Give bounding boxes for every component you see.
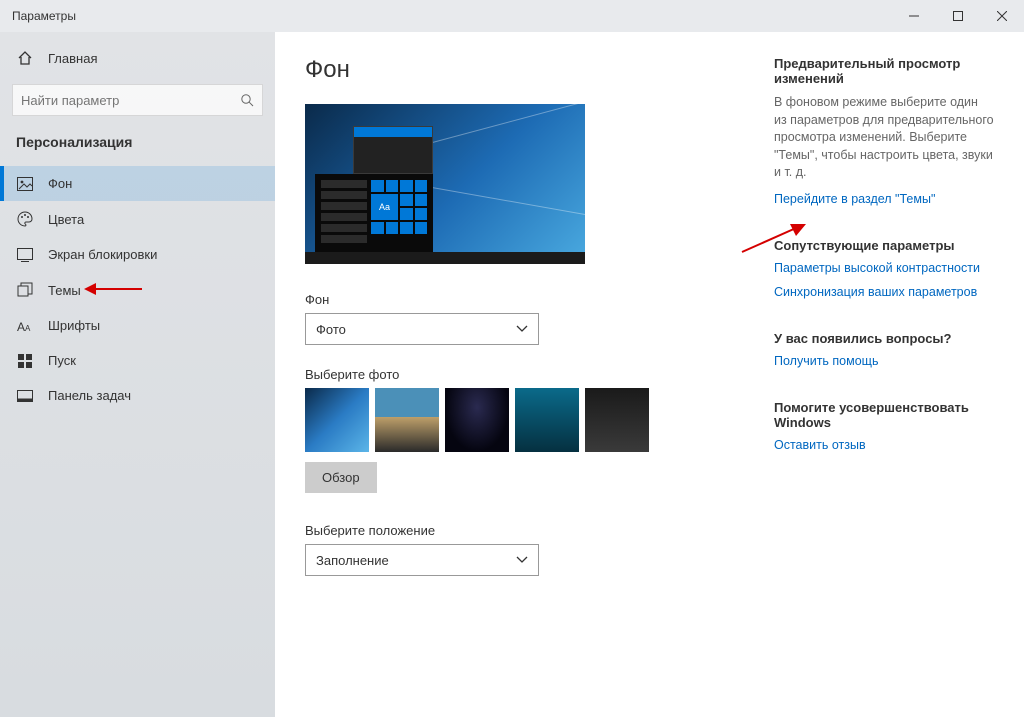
close-button[interactable] [980,0,1024,32]
minimize-button[interactable] [892,0,936,32]
sidebar-item-label: Шрифты [48,318,100,333]
sidebar-section-title: Персонализация [0,130,275,166]
svg-text:A: A [17,320,25,333]
sidebar-home[interactable]: Главная [0,42,275,74]
start-icon [16,354,34,368]
photo-thumbnail[interactable] [445,388,509,452]
high-contrast-link[interactable]: Параметры высокой контрастности [774,261,994,275]
search-box[interactable] [12,84,263,116]
sidebar-item-label: Экран блокировки [48,247,157,262]
fit-label: Выберите положение [305,523,734,538]
chevron-down-icon [516,556,528,564]
photo-thumbnail[interactable] [375,388,439,452]
search-icon [240,93,254,107]
get-help-link[interactable]: Получить помощь [774,354,994,368]
questions-heading: У вас появились вопросы? [774,331,994,346]
background-preview: Aa [305,104,585,264]
feedback-link[interactable]: Оставить отзыв [774,438,994,452]
preview-changes-heading: Предварительный просмотр изменений [774,56,994,86]
fonts-icon: AA [16,319,34,333]
background-label: Фон [305,292,734,307]
titlebar: Параметры [0,0,1024,32]
themes-link[interactable]: Перейдите в раздел "Темы" [774,192,994,206]
sidebar-item-colors[interactable]: Цвета [0,201,275,237]
sidebar-item-fonts[interactable]: AA Шрифты [0,308,275,343]
sidebar-item-label: Темы [48,283,81,298]
sidebar-home-label: Главная [48,51,97,66]
photo-thumbnails [305,388,734,452]
photo-thumbnail[interactable] [305,388,369,452]
choose-photo-label: Выберите фото [305,367,734,382]
browse-button[interactable]: Обзор [305,462,377,493]
sidebar-item-label: Фон [48,176,72,191]
photo-thumbnail[interactable] [585,388,649,452]
feedback-heading: Помогите усовершенствовать Windows [774,400,994,430]
sidebar: Главная Персонализация Фон Цвета Экран б… [0,32,275,717]
related-heading: Сопутствующие параметры [774,238,994,253]
sidebar-item-label: Панель задач [48,388,131,403]
sidebar-item-themes[interactable]: Темы [0,272,275,308]
preview-changes-text: В фоновом режиме выберите один из параме… [774,94,994,182]
annotation-arrow-icon [84,280,144,298]
lockscreen-icon [16,248,34,262]
sidebar-item-background[interactable]: Фон [0,166,275,201]
svg-text:A: A [25,324,31,333]
preview-sample-window [353,126,433,174]
window-title: Параметры [12,9,76,23]
image-icon [16,177,34,191]
chevron-down-icon [516,325,528,333]
search-input[interactable] [21,93,240,108]
sidebar-item-taskbar[interactable]: Панель задач [0,378,275,413]
themes-icon [16,282,34,298]
maximize-button[interactable] [936,0,980,32]
preview-start-menu: Aa [315,174,433,252]
taskbar-icon [16,390,34,402]
photo-thumbnail[interactable] [515,388,579,452]
sidebar-item-start[interactable]: Пуск [0,343,275,378]
fit-select[interactable]: Заполнение [305,544,539,576]
preview-tile-aa: Aa [371,194,398,220]
background-select-value: Фото [316,322,346,337]
sidebar-item-lockscreen[interactable]: Экран блокировки [0,237,275,272]
home-icon [16,50,34,66]
background-select[interactable]: Фото [305,313,539,345]
fit-select-value: Заполнение [316,553,389,568]
page-title: Фон [305,56,734,84]
palette-icon [16,211,34,227]
sidebar-item-label: Пуск [48,353,76,368]
sidebar-item-label: Цвета [48,212,84,227]
sync-settings-link[interactable]: Синхронизация ваших параметров [774,285,994,299]
